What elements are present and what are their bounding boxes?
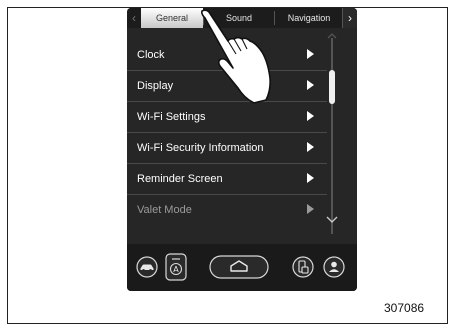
arrow-right-icon <box>307 173 314 183</box>
car-icon[interactable] <box>136 256 158 278</box>
user-icon[interactable] <box>323 256 345 278</box>
menu-item-wifi-security-information[interactable]: Wi-Fi Security Information <box>127 133 327 164</box>
arrow-right-icon <box>307 142 314 152</box>
menu-item-label: Display <box>137 80 174 92</box>
menu-item-label: Wi-Fi Settings <box>137 111 206 123</box>
menu-item-label: Clock <box>137 49 165 61</box>
menu-item-valet-mode[interactable]: Valet Mode <box>127 195 327 226</box>
pointing-hand-icon <box>201 9 271 104</box>
auto-mode-icon[interactable]: A <box>165 253 187 281</box>
menu-item-label: Wi-Fi Security Information <box>137 142 264 154</box>
tab-next-button[interactable]: › <box>342 8 357 28</box>
chevron-down-icon[interactable] <box>326 214 338 226</box>
figure-id-label: 307086 <box>384 301 425 315</box>
tab-prev-button[interactable]: ‹ <box>127 8 141 28</box>
phone-projection-icon[interactable] <box>292 256 314 278</box>
svg-text:A: A <box>173 265 179 274</box>
menu-item-label: Reminder Screen <box>137 173 223 185</box>
scrollbar-track[interactable] <box>331 38 333 234</box>
arrow-right-icon <box>307 80 314 90</box>
arrow-right-icon <box>307 204 314 214</box>
scroll-up-icon[interactable] <box>326 30 338 42</box>
bottom-bar: A <box>127 244 357 291</box>
menu-item-reminder-screen[interactable]: Reminder Screen <box>127 164 327 195</box>
arrow-right-icon <box>307 49 314 59</box>
arrow-right-icon <box>307 111 314 121</box>
scrollbar-thumb[interactable] <box>329 70 335 104</box>
tab-general[interactable]: General <box>141 8 203 28</box>
home-icon[interactable] <box>209 255 269 279</box>
menu-item-label: Valet Mode <box>137 204 192 216</box>
